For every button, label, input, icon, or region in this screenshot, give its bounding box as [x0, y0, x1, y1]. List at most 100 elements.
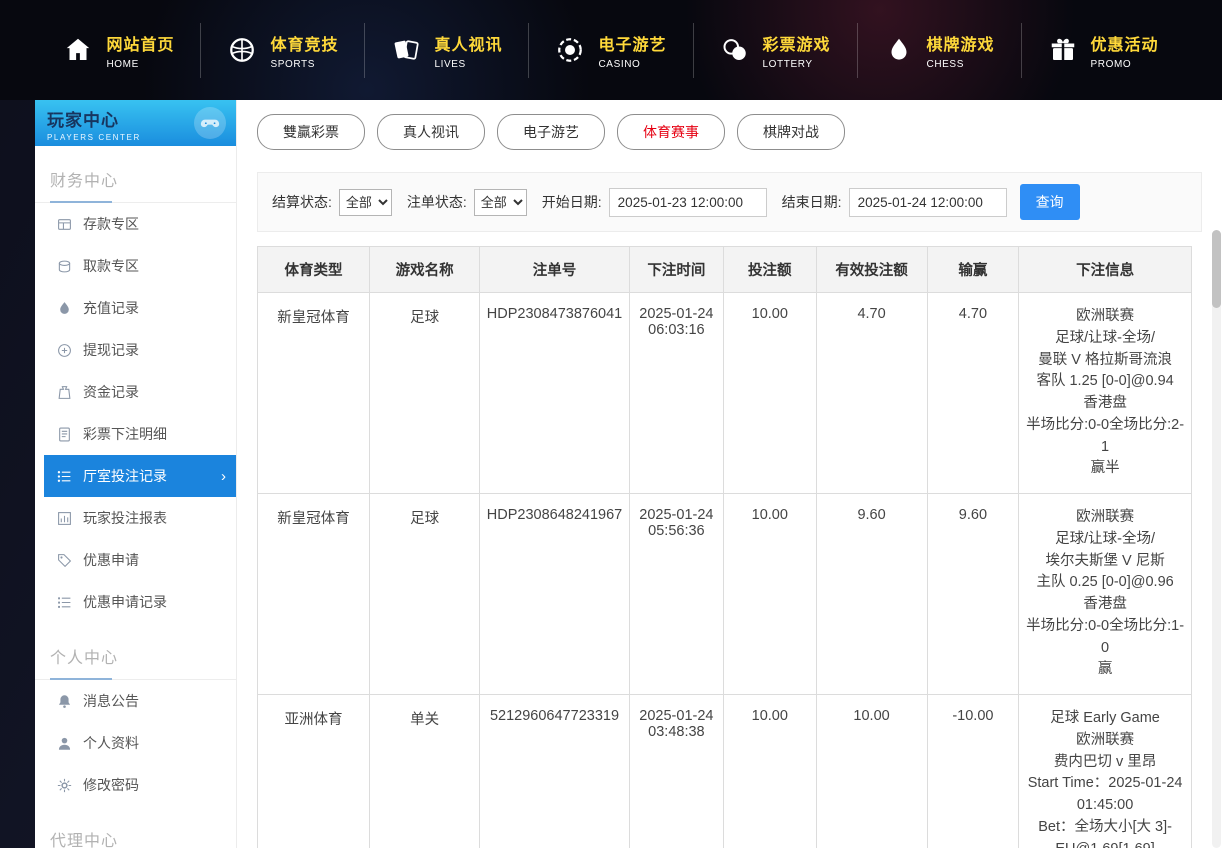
main-content: 雙贏彩票真人视讯电子游艺体育赛事棋牌对战 结算状态: 全部 注单状态: 全部 开…	[237, 100, 1222, 848]
cell-game: 足球	[370, 293, 480, 494]
top-nav: 网站首页HOME体育竞技SPORTS真人视讯LIVES电子游艺CASINO彩票游…	[0, 0, 1222, 100]
sidebar-item[interactable]: 优惠申请›	[44, 539, 236, 581]
sidebar-item[interactable]: 彩票下注明细›	[44, 413, 236, 455]
category-tabs: 雙贏彩票真人视讯电子游艺体育赛事棋牌对战	[257, 114, 1202, 150]
sports-icon	[227, 35, 257, 65]
nav-label-en: CHESS	[927, 59, 995, 70]
sidebar-item-label: 彩票下注明细	[83, 424, 167, 444]
nav-label-en: LOTTERY	[763, 59, 831, 70]
nav-item-casino[interactable]: 电子游艺CASINO	[528, 23, 692, 78]
settle-status-label: 结算状态:	[272, 192, 332, 212]
sidebar-item[interactable]: 个人资料›	[44, 722, 236, 764]
cell-game: 足球	[370, 494, 480, 695]
lottery-bet-detail-icon	[57, 427, 72, 442]
settle-status-select[interactable]: 全部	[339, 189, 392, 216]
sidebar-item[interactable]: 修改密码›	[44, 764, 236, 806]
sidebar: 玩家中心 PLAYERS CENTER 财务中心存款专区›取款专区›充值记录›提…	[35, 100, 237, 848]
nav-item-sports[interactable]: 体育竞技SPORTS	[200, 23, 364, 78]
sidebar-section-title: 财务中心	[35, 158, 236, 203]
sidebar-item[interactable]: 存款专区›	[44, 203, 236, 245]
nav-label-zh: 棋牌游戏	[927, 31, 995, 55]
order-status-select[interactable]: 全部	[474, 189, 527, 216]
password-icon	[57, 778, 72, 793]
sidebar-item[interactable]: 厅室投注记录›	[44, 455, 236, 497]
sidebar-item[interactable]: 提现记录›	[44, 329, 236, 371]
search-button[interactable]: 查询	[1020, 184, 1080, 220]
cell-sport: 新皇冠体育	[258, 293, 370, 494]
sidebar-section-title: 个人中心	[35, 635, 236, 680]
column-header: 体育类型	[258, 247, 370, 293]
withdrawal-record-icon	[57, 343, 72, 358]
sidebar-item[interactable]: 优惠申请记录›	[44, 581, 236, 623]
cell-win-loss: -10.00	[927, 695, 1019, 848]
cell-order-id: HDP2308473876041	[480, 293, 629, 494]
sidebar-item[interactable]: 充值记录›	[44, 287, 236, 329]
nav-label-zh: 体育竞技	[270, 31, 338, 55]
bet-records-table: 体育类型游戏名称注单号下注时间投注额有效投注额输赢下注信息 新皇冠体育足球HDP…	[257, 246, 1192, 848]
nav-label-en: LIVES	[434, 59, 502, 70]
sidebar-item-label: 优惠申请	[83, 550, 139, 570]
sidebar-item-label: 提现记录	[83, 340, 139, 360]
sidebar-item[interactable]: 取款专区›	[44, 245, 236, 287]
chess-icon	[884, 35, 914, 65]
lives-icon	[391, 35, 421, 65]
end-date-input[interactable]	[849, 188, 1007, 217]
nav-label-en: PROMO	[1091, 59, 1159, 70]
column-header: 下注信息	[1019, 247, 1192, 293]
sidebar-item-label: 存款专区	[83, 214, 139, 234]
table-scrollbar[interactable]	[1212, 230, 1221, 848]
nav-label-zh: 彩票游戏	[763, 31, 831, 55]
cell-valid-amount: 10.00	[816, 695, 927, 848]
top-nav-items: 网站首页HOME体育竞技SPORTS真人视讯LIVES电子游艺CASINO彩票游…	[37, 23, 1184, 78]
cell-bet-amount: 10.00	[724, 695, 816, 848]
tab-category[interactable]: 雙贏彩票	[257, 114, 365, 150]
tab-category[interactable]: 棋牌对战	[737, 114, 845, 150]
start-date-input[interactable]	[609, 188, 767, 217]
sidebar-item-label: 资金记录	[83, 382, 139, 402]
message-icon	[57, 694, 72, 709]
nav-label-zh: 优惠活动	[1091, 31, 1159, 55]
nav-item-home[interactable]: 网站首页HOME	[37, 23, 200, 78]
tab-category[interactable]: 电子游艺	[497, 114, 605, 150]
chevron-right-icon: ›	[221, 468, 226, 485]
sidebar-item[interactable]: 玩家投注报表›	[44, 497, 236, 539]
recharge-record-icon	[57, 301, 72, 316]
nav-label-en: CASINO	[598, 59, 666, 70]
deposit-icon	[57, 217, 72, 232]
sidebar-item[interactable]: 消息公告›	[44, 680, 236, 722]
sidebar-item[interactable]: 资金记录›	[44, 371, 236, 413]
nav-label-en: HOME	[106, 59, 174, 70]
nav-item-lives[interactable]: 真人视讯 LIVES	[364, 23, 528, 78]
sidebar-item-label: 优惠申请记录	[83, 592, 167, 612]
profile-icon	[57, 736, 72, 751]
promo-apply-record-icon	[57, 595, 72, 610]
nav-item-lottery[interactable]: 彩票游戏 LOTTERY	[693, 23, 857, 78]
sidebar-item-label: 取款专区	[83, 256, 139, 276]
sidebar-item-label: 玩家投注报表	[83, 508, 167, 528]
tab-category[interactable]: 真人视讯	[377, 114, 485, 150]
table-row: 亚洲体育单关52129606477233192025-01-24 03:48:3…	[258, 695, 1192, 848]
casino-icon	[555, 35, 585, 65]
sidebar-subtitle: PLAYERS CENTER	[47, 133, 224, 142]
cell-valid-amount: 4.70	[816, 293, 927, 494]
nav-item-promo[interactable]: 优惠活动 PROMO	[1021, 23, 1185, 78]
cell-bet-amount: 10.00	[724, 293, 816, 494]
cell-bet-amount: 10.00	[724, 494, 816, 695]
column-header: 注单号	[480, 247, 629, 293]
cell-game: 单关	[370, 695, 480, 848]
gamepad-icon	[194, 107, 226, 139]
nav-item-chess[interactable]: 棋牌游戏 CHESS	[857, 23, 1021, 78]
column-header: 游戏名称	[370, 247, 480, 293]
scrollbar-thumb[interactable]	[1212, 230, 1221, 308]
sidebar-item-label: 充值记录	[83, 298, 139, 318]
funds-record-icon	[57, 385, 72, 400]
cell-bet-time: 2025-01-24 03:48:38	[629, 695, 723, 848]
cell-bet-time: 2025-01-24 06:03:16	[629, 293, 723, 494]
nav-label-zh: 真人视讯	[434, 31, 502, 55]
player-report-icon	[57, 511, 72, 526]
cell-sport: 亚洲体育	[258, 695, 370, 848]
cell-order-id: 5212960647723319	[480, 695, 629, 848]
tab-active[interactable]: 体育赛事	[617, 114, 725, 150]
cell-bet-info: 欧洲联赛 足球/让球-全场/ 曼联 V 格拉斯哥流浪 客队 1.25 [0-0]…	[1019, 293, 1192, 494]
column-header: 有效投注额	[816, 247, 927, 293]
